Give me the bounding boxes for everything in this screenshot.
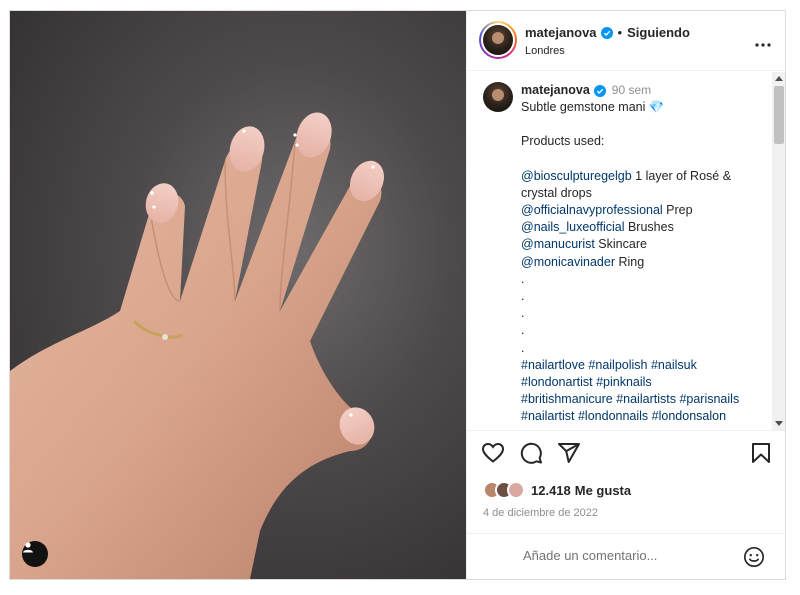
comment-box (467, 533, 785, 579)
post-sidebar: matejanova • Siguiendo Londres matejanov… (466, 11, 785, 579)
hashtag-link[interactable]: #nailartist (521, 409, 575, 423)
comments-area: matejanova 90 sem Subtle gemstone mani 💎… (467, 72, 785, 430)
product-line: @officialnavyprofessional Prep (521, 202, 767, 219)
product-line: @monicavinader Ring (521, 254, 767, 271)
hashtag-line: #londonartist #pinknails (521, 374, 767, 391)
comment-input[interactable] (523, 548, 723, 563)
hashtag-link[interactable]: #nailpolish (588, 358, 647, 372)
separator-dot: • (617, 25, 623, 40)
emoji-icon[interactable] (743, 546, 765, 568)
user-tag-icon[interactable] (22, 541, 48, 567)
comments-scrollbar[interactable] (772, 72, 785, 430)
verified-badge-icon (600, 26, 613, 39)
caption-title: Subtle gemstone mani 💎 (521, 100, 665, 115)
action-bar: 12.418 Me gusta 4 de diciembre de 2022 (467, 430, 785, 579)
comment-icon[interactable] (519, 441, 543, 465)
mention-link[interactable]: @monicavinader (521, 255, 615, 269)
mention-link[interactable]: @biosculpturegelgb (521, 169, 632, 183)
scroll-down-icon[interactable] (775, 421, 783, 426)
hashtag-line: #nailartist #londonnails #londonsalon (521, 408, 767, 425)
caption: matejanova 90 sem Subtle gemstone mani 💎… (521, 82, 767, 426)
header-username[interactable]: matejanova (525, 25, 597, 40)
mention-link[interactable]: @officialnavyprofessional (521, 203, 663, 217)
heart-icon[interactable] (481, 441, 505, 465)
hashtag-line: #nailartlove #nailpolish #nailsuk (521, 357, 767, 374)
product-text: Skincare (594, 237, 647, 252)
caption-avatar[interactable] (483, 82, 513, 112)
likes-count[interactable]: 12.418 (531, 483, 571, 498)
hashtag-link[interactable]: #parisnails (679, 392, 739, 406)
hashtag-link[interactable]: #nailartists (616, 392, 676, 406)
likes-row: 12.418 Me gusta (483, 481, 631, 499)
mention-link[interactable]: @nails_luxeofficial (521, 220, 625, 234)
hashtag-link[interactable]: #londonnails (578, 409, 648, 423)
dot-line: . (521, 306, 525, 321)
post-modal: matejanova • Siguiendo Londres matejanov… (9, 10, 786, 580)
story-ring[interactable] (479, 21, 517, 59)
post-photo[interactable] (10, 11, 466, 579)
dot-line: . (521, 323, 525, 338)
product-text: Ring (614, 254, 645, 269)
avatar[interactable] (483, 25, 513, 55)
product-line: @biosculpturegelgb 1 layer of Rosé & cry… (521, 168, 767, 202)
verified-badge-icon (593, 84, 606, 97)
caption-time[interactable]: 90 sem (612, 82, 651, 99)
bookmark-icon[interactable] (749, 441, 773, 465)
scrollbar-thumb[interactable] (774, 86, 784, 144)
product-line: @nails_luxeofficial Brushes (521, 219, 767, 236)
product-text: Prep (662, 203, 693, 218)
post-header: matejanova • Siguiendo Londres (467, 11, 785, 71)
hand-illustration (10, 112, 385, 579)
following-button[interactable]: Siguiendo (627, 25, 690, 40)
products-heading: Products used: (521, 134, 605, 149)
send-icon[interactable] (557, 441, 581, 465)
likes-label[interactable]: Me gusta (575, 483, 631, 498)
more-horizontal-icon[interactable] (755, 31, 771, 52)
hashtag-link[interactable]: #nailartlove (521, 358, 585, 372)
location-link[interactable]: Londres (525, 45, 690, 57)
hashtag-line: #britishmanicure #nailartists #parisnail… (521, 391, 767, 408)
hashtag-link[interactable]: #britishmanicure (521, 392, 613, 406)
product-line: @manucurist Skincare (521, 236, 767, 253)
mention-link[interactable]: @manucurist (521, 237, 595, 251)
liker-avatar[interactable] (507, 481, 525, 499)
hashtag-link[interactable]: #londonsalon (652, 409, 726, 423)
scroll-up-icon[interactable] (775, 76, 783, 81)
hashtag-link[interactable]: #pinknails (596, 375, 652, 389)
caption-username[interactable]: matejanova (521, 82, 590, 99)
dot-line: . (521, 340, 525, 355)
dot-line: . (521, 289, 525, 304)
product-text: Brushes (624, 220, 674, 235)
hashtag-link[interactable]: #nailsuk (651, 358, 697, 372)
hashtag-link[interactable]: #londonartist (521, 375, 593, 389)
dot-line: . (521, 271, 525, 286)
post-date[interactable]: 4 de diciembre de 2022 (483, 507, 598, 519)
